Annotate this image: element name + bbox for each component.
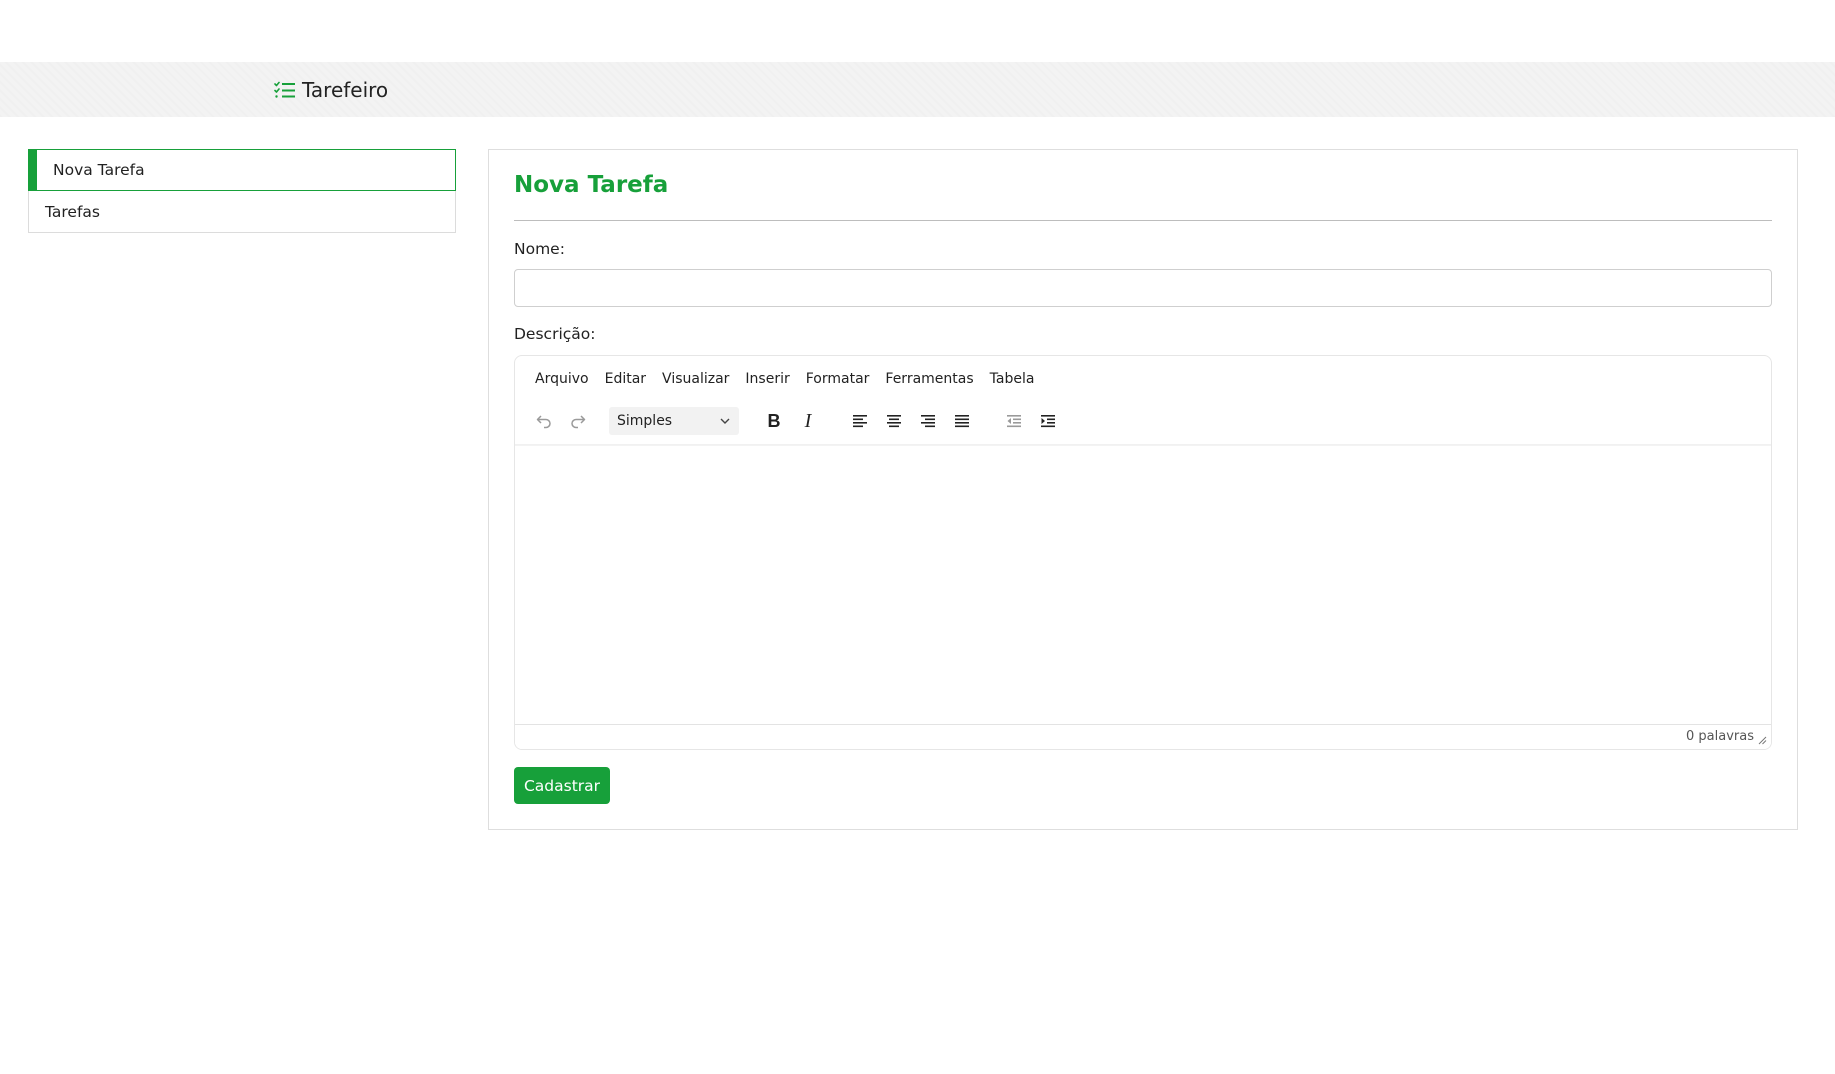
align-right-button[interactable]	[911, 407, 945, 435]
redo-icon	[571, 415, 586, 429]
page-title: Nova Tarefa	[514, 172, 669, 198]
rich-text-editor: Arquivo Editar Visualizar Inserir Format…	[514, 355, 1772, 750]
align-justify-button[interactable]	[945, 407, 979, 435]
submit-button[interactable]: Cadastrar	[514, 767, 610, 804]
editor-toolbar: Simples B I	[527, 406, 1065, 436]
block-format-select[interactable]: Simples	[609, 407, 739, 435]
sidebar-item-nova-tarefa[interactable]: Nova Tarefa	[28, 149, 456, 191]
align-center-button[interactable]	[877, 407, 911, 435]
align-center-icon	[887, 415, 901, 428]
undo-icon	[536, 415, 551, 429]
italic-icon: I	[804, 409, 812, 432]
brand-name: Tarefeiro	[302, 77, 389, 102]
outdent-button[interactable]	[997, 407, 1031, 435]
brand-link[interactable]: Tarefeiro	[274, 62, 388, 117]
chevron-down-icon	[720, 418, 730, 424]
editor-statusbar: 0 palavras	[515, 724, 1771, 749]
undo-button[interactable]	[527, 407, 561, 435]
redo-button[interactable]	[561, 407, 595, 435]
indent-button[interactable]	[1031, 407, 1065, 435]
resize-handle-icon[interactable]	[1758, 736, 1767, 745]
menu-formatar[interactable]: Formatar	[798, 368, 878, 390]
indent-icon	[1041, 415, 1055, 428]
sidebar-nav: Nova Tarefa Tarefas	[28, 149, 456, 233]
menu-tabela[interactable]: Tabela	[982, 368, 1043, 390]
sidebar-item-tarefas[interactable]: Tarefas	[28, 191, 456, 233]
editor-content-area[interactable]	[515, 446, 1771, 726]
task-list-icon	[274, 81, 295, 98]
block-format-value: Simples	[617, 413, 673, 429]
menu-editar[interactable]: Editar	[597, 368, 654, 390]
name-input[interactable]	[514, 269, 1772, 307]
top-navbar: Tarefeiro	[0, 62, 1835, 117]
menu-inserir[interactable]: Inserir	[737, 368, 797, 390]
sidebar-item-label: Nova Tarefa	[53, 161, 145, 179]
description-label: Descrição:	[514, 325, 596, 343]
title-divider	[514, 220, 1772, 221]
menu-visualizar[interactable]: Visualizar	[654, 368, 737, 390]
align-left-icon	[853, 415, 867, 428]
align-left-button[interactable]	[843, 407, 877, 435]
align-justify-icon	[955, 415, 969, 428]
word-count: 0 palavras	[1686, 729, 1754, 744]
menu-ferramentas[interactable]: Ferramentas	[877, 368, 981, 390]
editor-menubar: Arquivo Editar Visualizar Inserir Format…	[527, 368, 1042, 390]
name-label: Nome:	[514, 240, 565, 258]
outdent-icon	[1007, 415, 1021, 428]
bold-button[interactable]: B	[757, 407, 791, 435]
bold-icon: B	[767, 410, 781, 431]
sidebar-item-label: Tarefas	[45, 202, 100, 221]
italic-button[interactable]: I	[791, 407, 825, 435]
task-form-card: Nova Tarefa Nome: Descrição: Arquivo Edi…	[488, 149, 1798, 830]
align-right-icon	[921, 415, 935, 428]
menu-arquivo[interactable]: Arquivo	[527, 368, 597, 390]
